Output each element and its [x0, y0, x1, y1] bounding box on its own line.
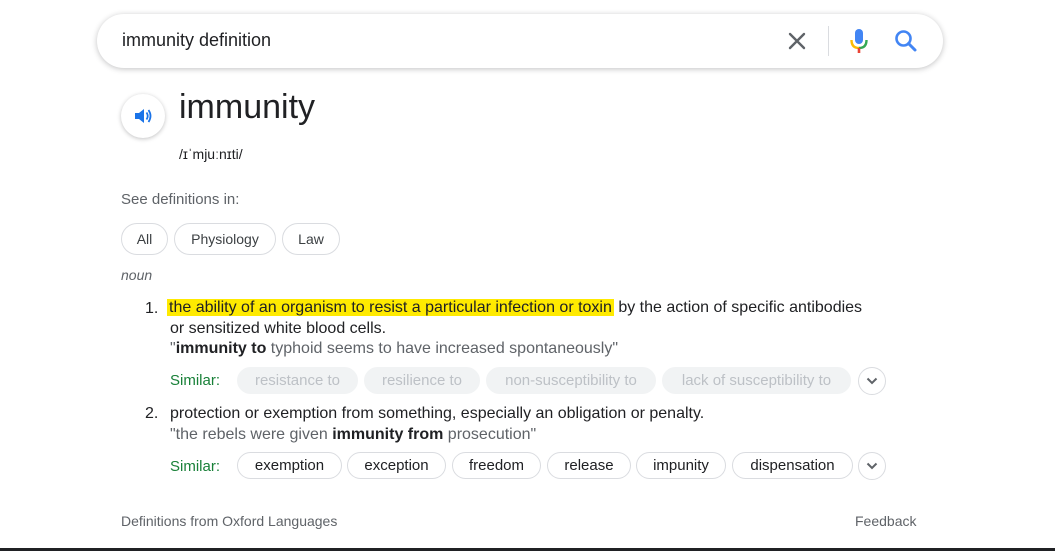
- definition-text-line2: or sensitized white blood cells.: [170, 320, 387, 337]
- definition-number: 2.: [145, 405, 159, 422]
- synonym-chip[interactable]: resilience to: [364, 367, 480, 394]
- search-bar: [97, 14, 943, 68]
- synonym-chip[interactable]: resistance to: [237, 367, 358, 394]
- chevron-down-icon: [866, 462, 878, 470]
- definition-continuation: by the action of specific antibodies: [613, 299, 863, 316]
- definition-text: protection or exemption from something, …: [170, 405, 705, 422]
- filter-chip-law[interactable]: Law: [282, 223, 340, 255]
- dictionary-source: Definitions from Oxford Languages: [121, 513, 338, 529]
- synonym-chip[interactable]: non-susceptibility to: [486, 367, 656, 394]
- feedback-link[interactable]: Feedback: [855, 513, 916, 529]
- synonym-chip[interactable]: exemption: [237, 452, 342, 479]
- phonetic-transcription: /ɪˈmjuːnɪti/: [179, 146, 243, 162]
- headword: immunity: [179, 88, 316, 126]
- part-of-speech: noun: [121, 267, 153, 283]
- voice-search-button[interactable]: [846, 27, 872, 55]
- synonym-chip[interactable]: exception: [347, 452, 446, 479]
- synonym-chip[interactable]: impunity: [636, 452, 726, 479]
- usage-example: "immunity to typhoid seems to have incre…: [170, 340, 619, 357]
- search-button[interactable]: [893, 28, 919, 54]
- similar-label: Similar:: [170, 458, 221, 475]
- example-keyword: immunity from: [332, 426, 444, 443]
- search-divider: [828, 26, 829, 56]
- expand-synonyms-button[interactable]: [858, 452, 886, 480]
- filter-chip-physiology[interactable]: Physiology: [174, 223, 276, 255]
- chevron-down-icon: [866, 377, 878, 385]
- highlighted-definition: the ability of an organism to resist a p…: [167, 299, 614, 316]
- synonym-chip[interactable]: dispensation: [732, 452, 853, 479]
- synonym-chip[interactable]: lack of susceptibility to: [662, 367, 851, 394]
- synonym-chip[interactable]: freedom: [452, 452, 541, 479]
- filter-chip-all[interactable]: All: [121, 223, 168, 255]
- synonym-chip[interactable]: release: [547, 452, 631, 479]
- usage-example: "the rebels were given immunity from pro…: [170, 426, 537, 443]
- see-definitions-label: See definitions in:: [121, 191, 240, 208]
- definition-text: the ability of an organism to resist a p…: [167, 299, 862, 317]
- microphone-icon: [850, 29, 868, 53]
- definition-number: 1.: [145, 300, 159, 317]
- similar-label: Similar:: [170, 372, 221, 389]
- close-icon: [788, 32, 806, 50]
- expand-synonyms-button[interactable]: [858, 367, 886, 395]
- speaker-icon: [135, 109, 152, 123]
- search-icon: [895, 30, 917, 52]
- clear-button[interactable]: [785, 29, 809, 53]
- search-input[interactable]: [122, 30, 722, 51]
- pronunciation-button[interactable]: [121, 94, 165, 138]
- example-keyword: immunity to: [175, 340, 267, 357]
